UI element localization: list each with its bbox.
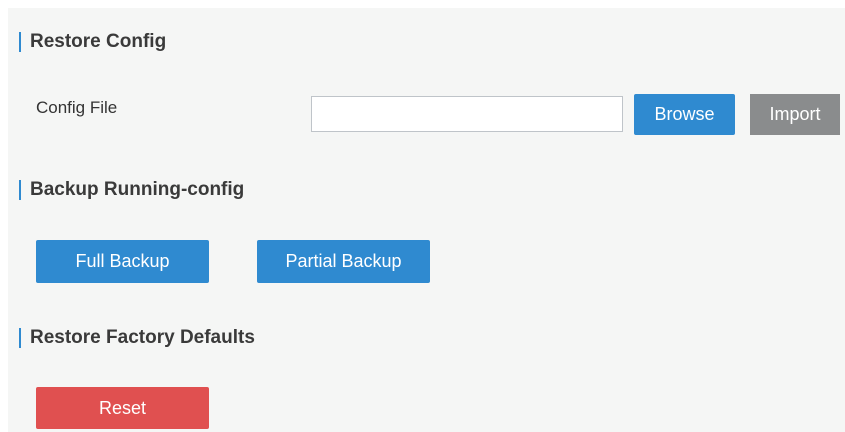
factory-defaults-header: Restore Factory Defaults: [19, 326, 255, 350]
config-file-label: Config File: [36, 98, 118, 117]
import-button[interactable]: Import: [750, 94, 840, 135]
full-backup-button[interactable]: Full Backup: [36, 240, 209, 283]
section-accent-bar: [19, 180, 21, 200]
reset-button[interactable]: Reset: [36, 387, 209, 429]
partial-backup-button[interactable]: Partial Backup: [257, 240, 430, 283]
backup-header: Backup Running-config: [19, 178, 244, 202]
config-file-input[interactable]: [311, 96, 623, 132]
section-accent-bar: [19, 32, 21, 52]
factory-defaults-title: Restore Factory Defaults: [30, 327, 255, 348]
restore-config-header: Restore Config: [19, 30, 166, 54]
restore-config-title: Restore Config: [30, 31, 167, 52]
backup-title: Backup Running-config: [30, 179, 245, 200]
browse-button[interactable]: Browse: [634, 94, 735, 135]
config-panel: Restore Config Config File Browse Import…: [8, 8, 845, 432]
section-accent-bar: [19, 328, 21, 348]
